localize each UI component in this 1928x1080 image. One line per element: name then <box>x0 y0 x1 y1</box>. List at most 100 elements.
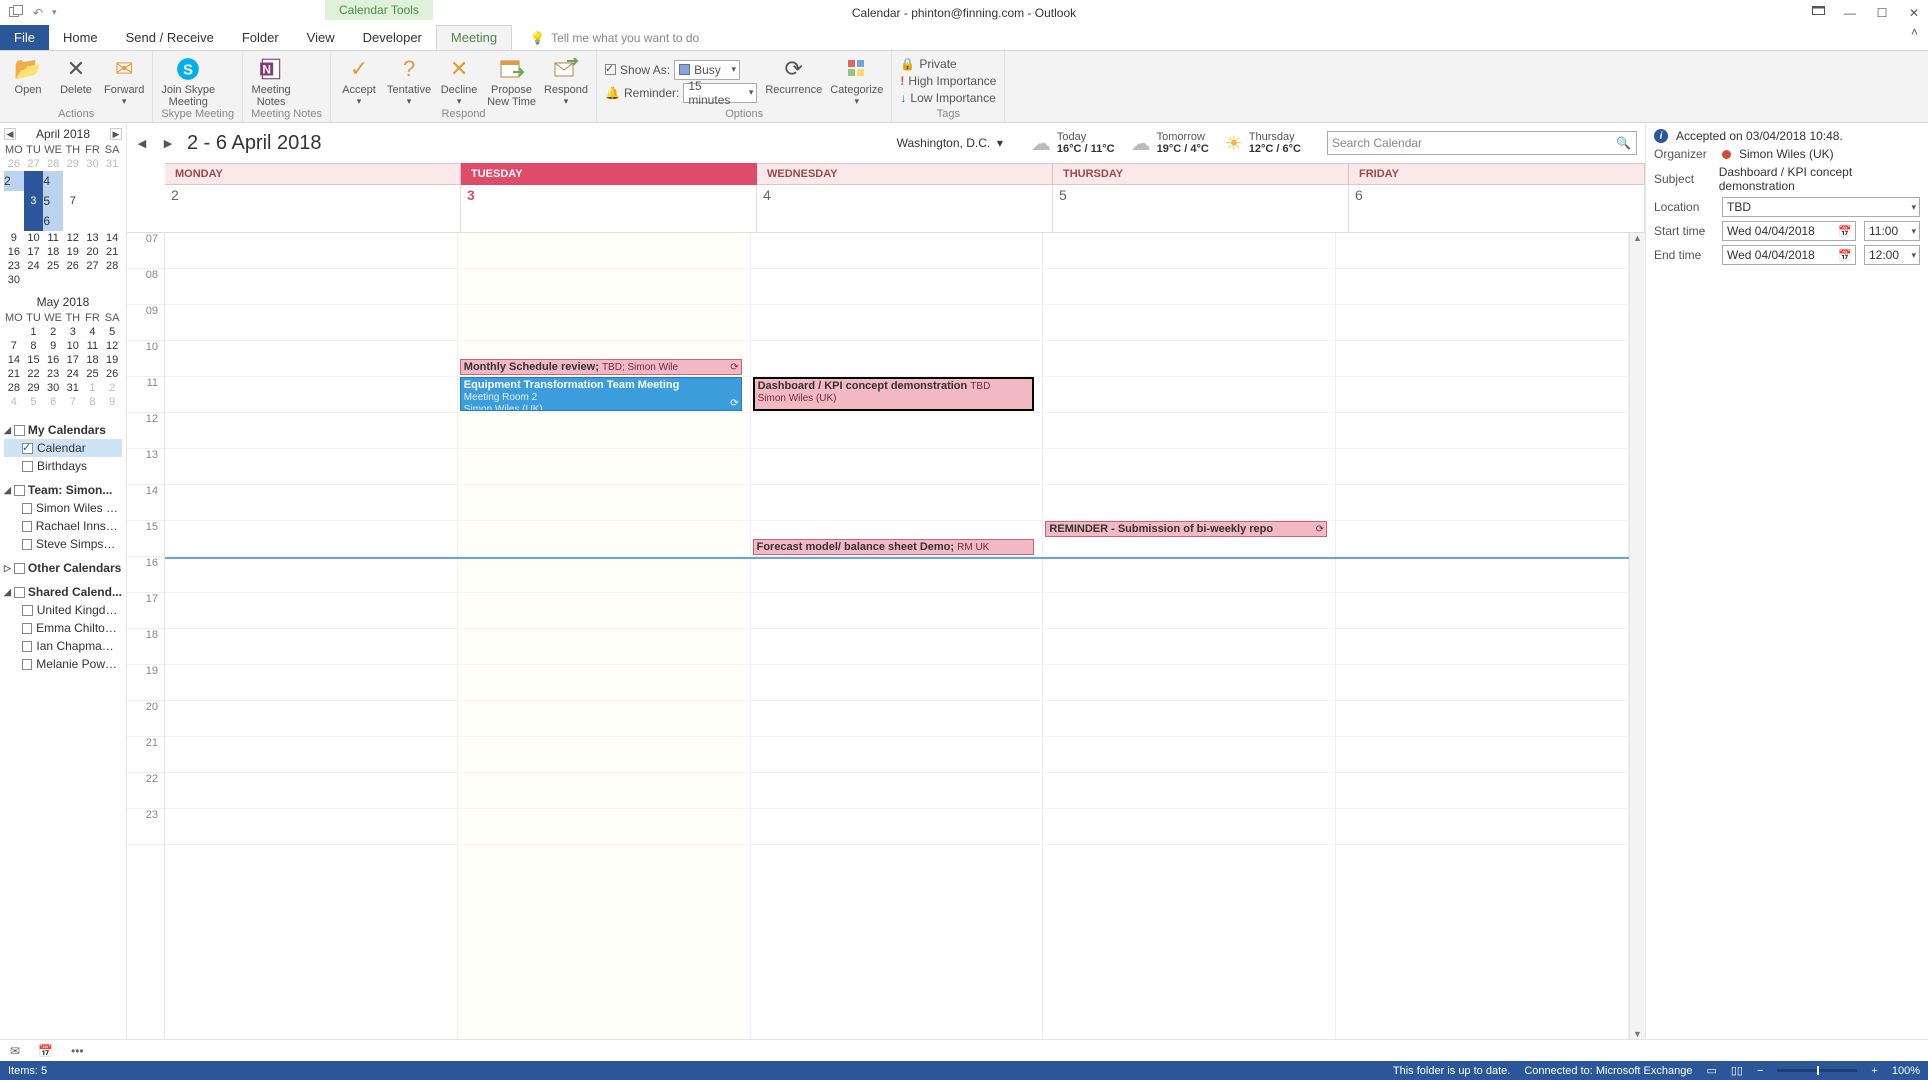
mini-day[interactable]: 19 <box>102 353 122 367</box>
vertical-scrollbar[interactable]: ▲▼ <box>1629 233 1645 1039</box>
group-checkbox[interactable] <box>14 485 25 496</box>
categorize-button[interactable]: Categorize▾ <box>830 54 883 108</box>
mini-day[interactable]: 10 <box>24 231 44 245</box>
calendar-group-header[interactable]: ◢Shared Calend... <box>4 583 122 601</box>
calendar-item[interactable]: United Kingdo... <box>4 601 122 619</box>
mini-day[interactable]: 25 <box>43 259 63 273</box>
mini-day[interactable]: 2 <box>43 325 63 339</box>
mini-day[interactable]: 3 <box>24 171 44 231</box>
end-date-field[interactable]: Wed 04/04/2018📅 <box>1722 245 1856 265</box>
mini-day[interactable]: 18 <box>43 245 63 259</box>
calendar-checkbox[interactable] <box>22 461 33 472</box>
mini-day[interactable] <box>43 273 63 287</box>
tab-home[interactable]: Home <box>49 25 112 50</box>
calendar-checkbox[interactable] <box>22 623 32 634</box>
mini-day[interactable]: 7 <box>63 395 83 409</box>
mini-day[interactable]: 12 <box>63 231 83 245</box>
calendar-item[interactable]: Simon Wiles (UK) <box>4 499 122 517</box>
mini-day[interactable]: 27 <box>83 259 103 273</box>
mini-day[interactable]: 1 <box>83 381 103 395</box>
low-importance-toggle[interactable]: ↓Low Importance <box>900 91 996 105</box>
reminder-select[interactable]: 15 minutes <box>683 83 757 103</box>
mini-prev-icon[interactable]: ◀ <box>4 128 16 140</box>
mail-nav-icon[interactable]: ✉ <box>10 1044 20 1058</box>
all-day-cell[interactable]: 2 <box>165 185 461 232</box>
calendar-item[interactable]: Melanie Powell... <box>4 655 122 673</box>
prev-week-button[interactable]: ◀ <box>135 136 149 150</box>
view-normal-icon[interactable]: ▭ <box>1706 1064 1716 1077</box>
mini-day[interactable]: 7 <box>4 339 24 353</box>
mini-day[interactable]: 29 <box>63 157 83 171</box>
mini-next-icon[interactable]: ▶ <box>110 128 122 140</box>
group-checkbox[interactable] <box>14 587 25 598</box>
mini-day[interactable]: 5 <box>102 325 122 339</box>
forward-button[interactable]: ✉Forward▾ <box>104 54 144 108</box>
mini-day[interactable]: 11 <box>83 339 103 353</box>
next-week-button[interactable]: ▶ <box>161 136 175 150</box>
mini-day[interactable]: 9 <box>102 395 122 409</box>
calendar-checkbox[interactable] <box>22 605 33 616</box>
tell-me-box[interactable]: 💡Tell me what you want to do <box>530 25 699 50</box>
recurrence-button[interactable]: ⟳Recurrence <box>765 54 822 108</box>
location-field[interactable]: TBD <box>1722 197 1920 217</box>
mini-day[interactable]: 21 <box>102 245 122 259</box>
mini-day[interactable]: 2 <box>4 171 24 191</box>
mini-day[interactable]: 29 <box>24 381 44 395</box>
calendar-event[interactable]: Monthly Schedule review; TBD; Simon Wile… <box>460 359 742 375</box>
mini-day[interactable]: 17 <box>63 353 83 367</box>
calendar-checkbox[interactable] <box>22 521 32 532</box>
open-button[interactable]: 📂Open <box>8 54 48 108</box>
mini-day[interactable]: 31 <box>102 157 122 171</box>
mini-day[interactable]: 17 <box>24 245 44 259</box>
scroll-down-icon[interactable]: ▼ <box>1633 1029 1642 1039</box>
mini-day[interactable]: 9 <box>4 231 24 245</box>
close-icon[interactable]: ✕ <box>1906 6 1922 20</box>
calendar-group-header[interactable]: ◢Team: Simon... <box>4 481 122 499</box>
mini-day[interactable]: 20 <box>83 245 103 259</box>
calendar-item[interactable]: Rachael Inns (UK) <box>4 517 122 535</box>
show-as-checkbox[interactable] <box>605 64 616 75</box>
reminder-row[interactable]: 🔔Reminder:15 minutes <box>605 83 757 103</box>
mini-day[interactable]: 7 <box>63 171 83 231</box>
calendar-checkbox[interactable] <box>22 641 32 652</box>
mini-day[interactable]: 3 <box>63 325 83 339</box>
mini-day[interactable] <box>24 273 44 287</box>
day-header[interactable]: MONDAY <box>165 163 461 185</box>
all-day-cell[interactable]: 4 <box>757 185 1053 232</box>
mini-day[interactable]: 26 <box>63 259 83 273</box>
mini-day[interactable]: 28 <box>102 259 122 273</box>
all-day-cell[interactable]: 3 <box>461 185 757 232</box>
zoom-out-icon[interactable]: − <box>1757 1065 1763 1077</box>
tab-developer[interactable]: Developer <box>349 25 436 50</box>
mini-day[interactable]: 19 <box>63 245 83 259</box>
calendar-nav-icon[interactable]: 📅 <box>38 1044 53 1058</box>
start-time-field[interactable]: 11:00 <box>1864 221 1920 241</box>
all-day-cell[interactable]: 5 <box>1053 185 1349 232</box>
day-column[interactable] <box>1336 233 1629 1039</box>
group-checkbox[interactable] <box>14 425 25 436</box>
mini-day[interactable]: 4 <box>43 171 63 191</box>
day-header[interactable]: FRIDAY <box>1349 163 1645 185</box>
mini-day[interactable]: 28 <box>4 381 24 395</box>
tab-send-receive[interactable]: Send / Receive <box>112 25 228 50</box>
mini-day[interactable]: 11 <box>43 231 63 245</box>
undo-icon[interactable]: ↶ <box>30 5 46 21</box>
show-as-row[interactable]: Show As:Busy <box>605 60 757 80</box>
delete-button[interactable]: ✕Delete <box>56 54 96 108</box>
mini-day[interactable]: 24 <box>24 259 44 273</box>
calendar-event[interactable]: Dashboard / KPI concept demonstration TB… <box>753 377 1035 411</box>
mini-day[interactable]: 12 <box>102 339 122 353</box>
calendar-event[interactable]: REMINDER - Submission of bi-weekly repo⟳ <box>1045 521 1327 537</box>
calendar-item[interactable]: Steve Simpson ... <box>4 535 122 553</box>
mini-day[interactable] <box>102 273 122 287</box>
mini-day[interactable]: 14 <box>4 353 24 367</box>
day-column[interactable]: Monthly Schedule review; TBD; Simon Wile… <box>458 233 751 1039</box>
group-checkbox[interactable] <box>14 563 25 574</box>
mini-day[interactable]: 5 <box>43 191 63 211</box>
day-column[interactable]: REMINDER - Submission of bi-weekly repo⟳ <box>1043 233 1336 1039</box>
end-time-field[interactable]: 12:00 <box>1864 245 1920 265</box>
mini-day[interactable]: 30 <box>4 273 24 287</box>
mini-day[interactable]: 8 <box>24 339 44 353</box>
calendar-group-header[interactable]: ▷Other Calendars <box>4 559 122 577</box>
mini-day[interactable] <box>83 273 103 287</box>
